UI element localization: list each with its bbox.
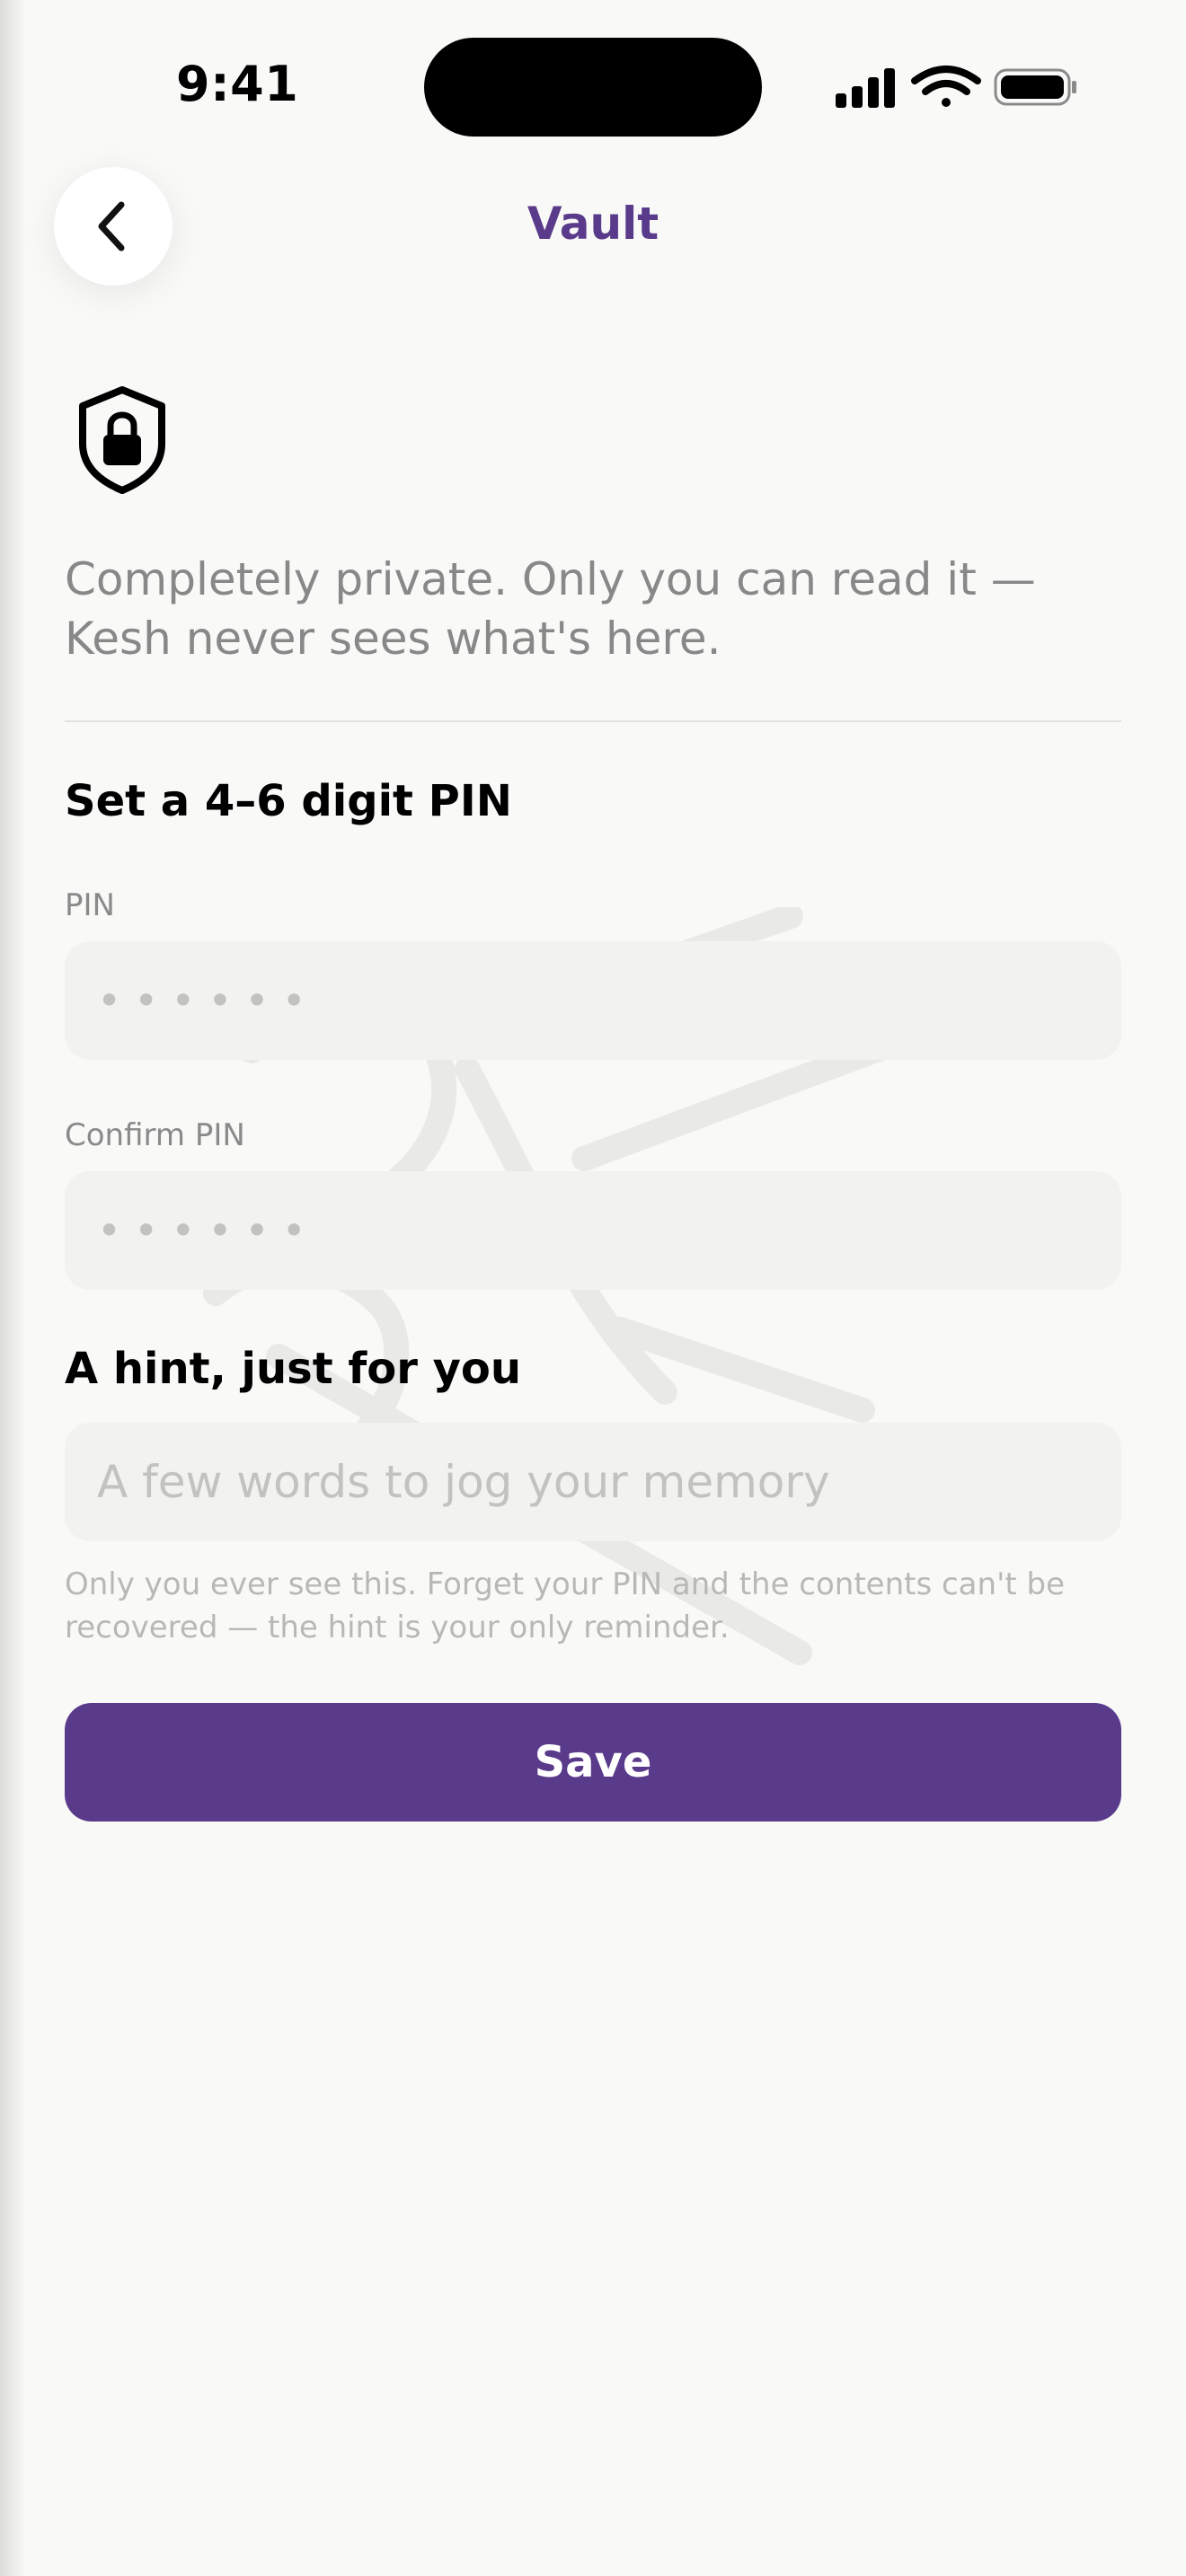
pin-section-title: Set a 4–6 digit PIN [65, 776, 512, 826]
shield-lock-icon [79, 386, 165, 494]
confirm-pin-label: Confirm PIN [65, 1117, 245, 1153]
hint-input[interactable]: A few words to jog your memory [65, 1423, 1121, 1541]
dynamic-island [424, 38, 762, 137]
divider [65, 720, 1121, 722]
save-button[interactable]: Save [65, 1703, 1121, 1822]
status-icons [836, 66, 1076, 108]
signal-icon [836, 68, 895, 108]
left-edge-shadow [0, 0, 25, 2576]
battery-icon [994, 68, 1076, 106]
page-title: Vault [527, 198, 659, 250]
hint-section-title: A hint, just for you [65, 1344, 522, 1394]
hint-note: Only you ever see this. Forget your PIN … [65, 1566, 1066, 1645]
pin-label: PIN [65, 887, 115, 923]
status-time: 9:41 [176, 56, 299, 112]
wifi-icon [911, 66, 981, 107]
pin-input[interactable]: •••••• [65, 941, 1121, 1060]
confirm-pin-input[interactable]: •••••• [65, 1171, 1121, 1290]
privacy-description: Completely private. Only you can read it… [65, 553, 1036, 665]
